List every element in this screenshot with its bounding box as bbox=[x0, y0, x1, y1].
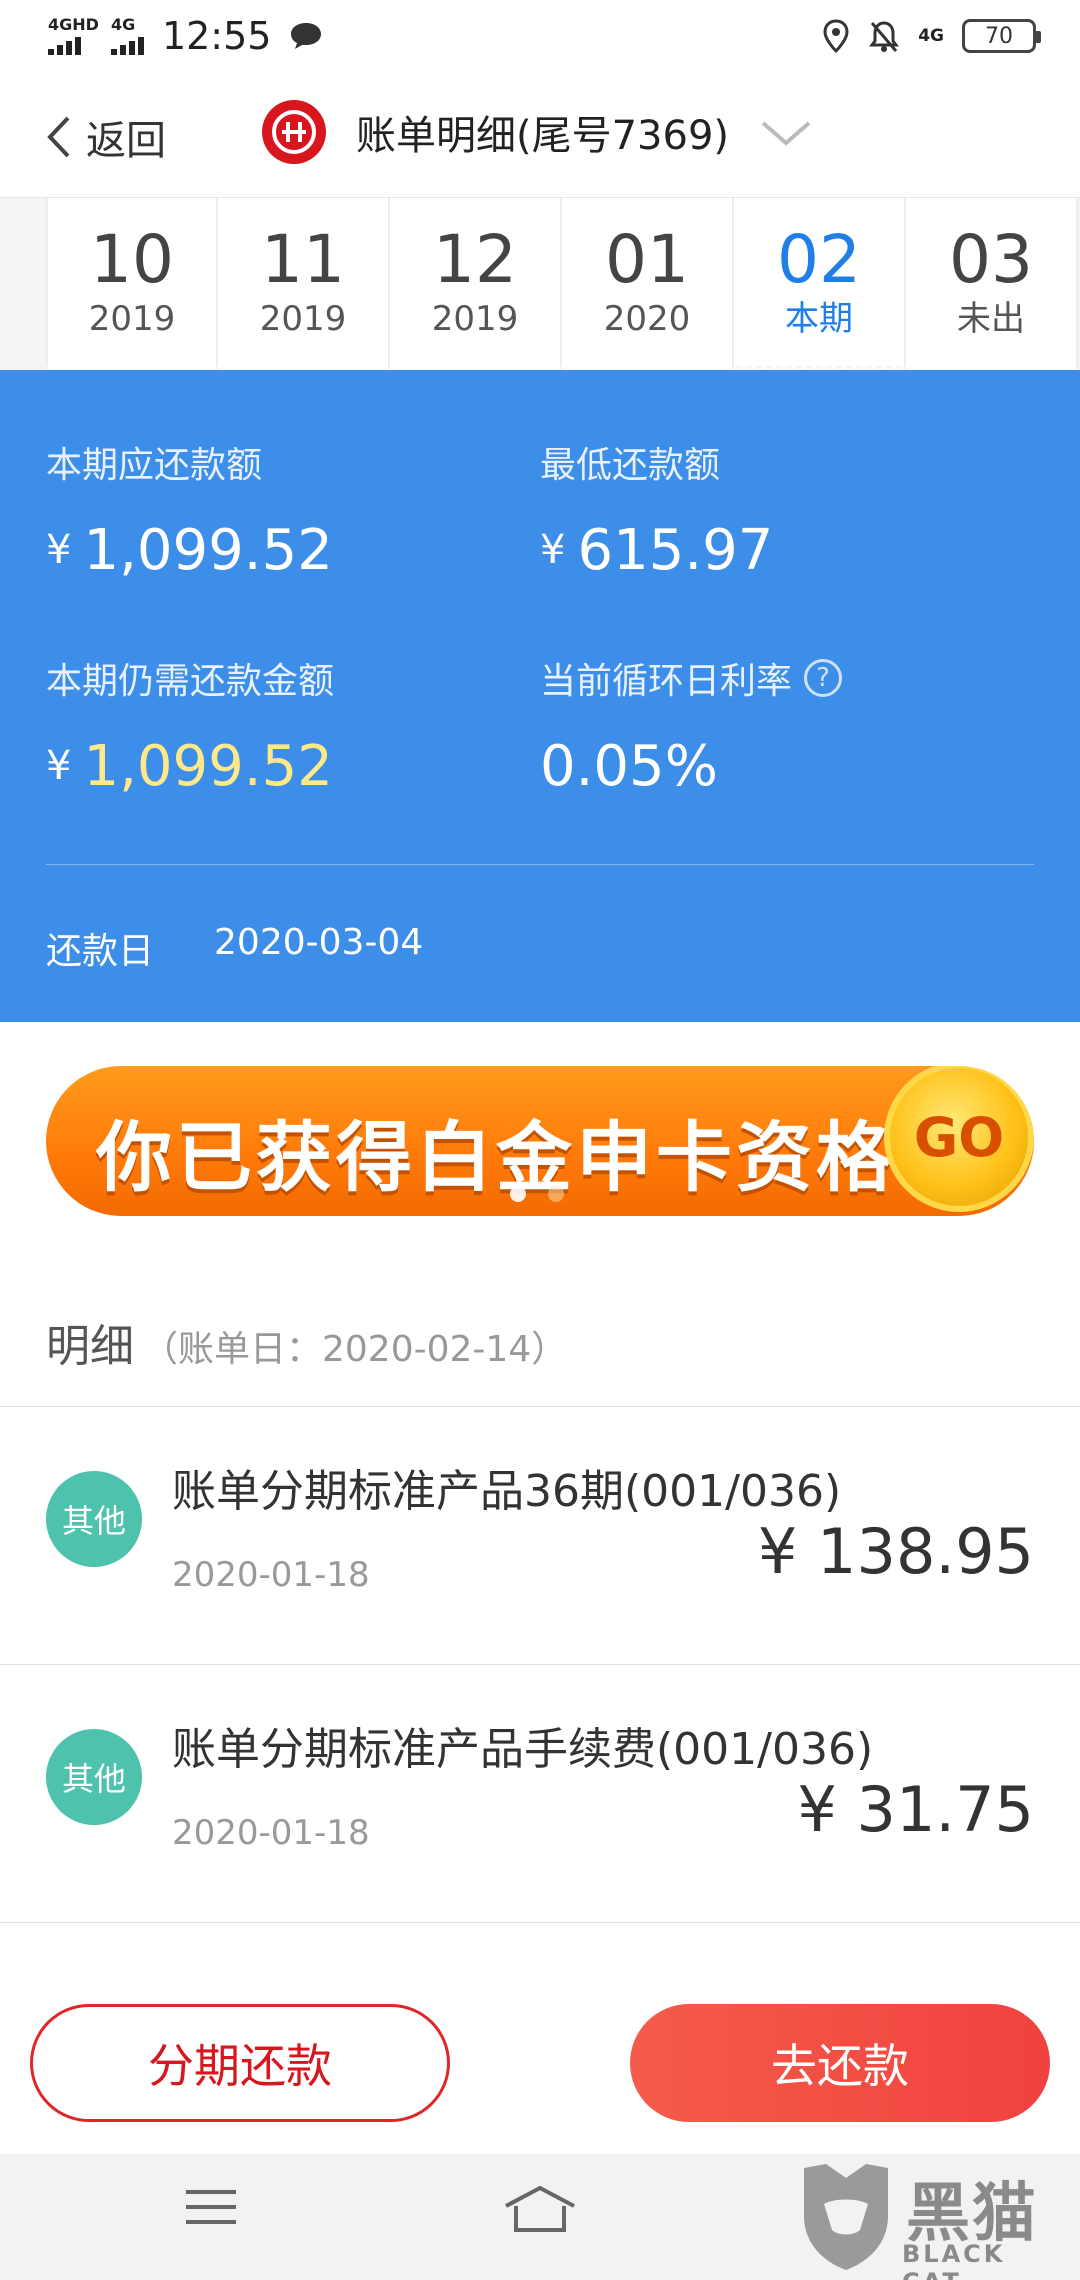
network-4g-label: 4G bbox=[918, 26, 944, 46]
item-date: 2020-01-18 bbox=[172, 1813, 370, 1853]
due-date-label: 还款日 bbox=[46, 931, 155, 972]
due-date-row: 还款日 2020-03-04 bbox=[46, 922, 423, 974]
chevron-left-icon bbox=[47, 116, 70, 158]
menu-button[interactable] bbox=[184, 2184, 238, 2234]
go-coin-icon: GO bbox=[884, 1066, 1034, 1212]
bank-logo-icon bbox=[262, 100, 326, 164]
tab-year: 本期 bbox=[785, 299, 853, 339]
list-item[interactable]: 其他 账单分期标准产品手续费(001/036) 2020-01-18 ¥ 31.… bbox=[0, 1665, 1080, 1921]
signal-2-indicator: 4G bbox=[110, 15, 144, 55]
currency-symbol: ¥ bbox=[46, 743, 72, 789]
min-due-amount: ¥615.97 bbox=[540, 518, 773, 583]
item-amount: ¥ 138.95 bbox=[757, 1515, 1034, 1588]
daily-rate-value: 0.05% bbox=[540, 734, 718, 799]
go-label: GO bbox=[913, 1105, 1005, 1169]
summary-divider bbox=[46, 864, 1034, 865]
carousel-dot bbox=[548, 1186, 564, 1202]
currency-symbol: ¥ bbox=[540, 527, 566, 573]
tab-year: 2020 bbox=[603, 299, 691, 339]
current-due-label: 本期应还款额 bbox=[46, 445, 263, 486]
carousel-dots bbox=[510, 1186, 564, 1202]
item-title: 账单分期标准产品36期(001/036) bbox=[172, 1466, 842, 1517]
signal-1-indicator: 4GHD bbox=[48, 17, 99, 55]
tab-2020-01[interactable]: 01 2020 bbox=[562, 198, 734, 372]
mute-bell-icon bbox=[869, 21, 900, 52]
card-selector[interactable]: 账单明细(尾号7369) bbox=[262, 100, 813, 164]
statement-date: （账单日：2020-02-14） bbox=[142, 1329, 568, 1370]
statement-summary: 本期应还款额 ¥1,099.52 最低还款额 ¥615.97 本期仍需还款金额 … bbox=[0, 370, 1080, 1022]
due-date-value: 2020-03-04 bbox=[214, 922, 424, 963]
tab-year: 2019 bbox=[88, 299, 176, 339]
tab-upcoming[interactable]: 03 未出 bbox=[906, 198, 1078, 372]
remaining-due-value: 1,099.52 bbox=[83, 734, 333, 799]
currency-symbol: ¥ bbox=[46, 527, 72, 573]
details-header: 明细 （账单日：2020-02-14） bbox=[46, 1310, 567, 1374]
back-label: 返回 bbox=[86, 118, 166, 164]
tab-year: 2019 bbox=[431, 299, 519, 339]
remaining-due-label: 本期仍需还款金额 bbox=[46, 661, 335, 702]
tab-year: 未出 bbox=[957, 299, 1025, 339]
daily-rate-label-row: 当前循环日利率? bbox=[540, 652, 843, 704]
back-button[interactable]: 返回 bbox=[44, 108, 166, 166]
tab-month: 12 bbox=[433, 221, 517, 298]
divider bbox=[0, 1922, 1080, 1923]
tab-current-period[interactable]: 02 本期 bbox=[734, 198, 906, 374]
message-icon bbox=[291, 23, 322, 49]
item-date: 2020-01-18 bbox=[172, 1555, 370, 1595]
daily-rate-label: 当前循环日利率 bbox=[540, 661, 793, 702]
app-header: 返回 账单明细(尾号7369) bbox=[0, 72, 1080, 198]
tab-month: 02 bbox=[777, 221, 861, 298]
status-bar: 4GHD 4G 12:55 4G 70 bbox=[0, 0, 1080, 72]
page-title: 账单明细(尾号7369) bbox=[356, 113, 730, 159]
category-badge: 其他 bbox=[46, 1471, 142, 1567]
signal-bars-icon bbox=[48, 35, 81, 55]
help-icon[interactable]: ? bbox=[804, 659, 843, 697]
list-item[interactable]: 其他 账单分期标准产品36期(001/036) 2020-01-18 ¥ 138… bbox=[0, 1407, 1080, 1663]
battery-level: 70 bbox=[985, 23, 1013, 49]
tab-month: 11 bbox=[261, 221, 345, 298]
banner-text: 你已获得白金申卡资格 bbox=[96, 1113, 896, 1202]
tab-month: 10 bbox=[90, 221, 174, 298]
current-due-value: 1,099.52 bbox=[83, 518, 333, 583]
details-title: 明细 bbox=[46, 1321, 134, 1372]
min-due-value: 615.97 bbox=[577, 518, 774, 583]
tab-2019-11[interactable]: 11 2019 bbox=[218, 198, 390, 372]
current-due-amount: ¥1,099.52 bbox=[46, 518, 333, 583]
black-cat-logo-icon bbox=[804, 2164, 888, 2270]
item-title: 账单分期标准产品手续费(001/036) bbox=[172, 1724, 874, 1775]
carousel-dot-active bbox=[510, 1186, 526, 1202]
clock: 12:55 bbox=[161, 14, 272, 58]
menu-icon bbox=[186, 2190, 236, 2224]
month-tabs: 10 2019 11 2019 12 2019 01 2020 02 本期 03… bbox=[0, 198, 1080, 374]
daily-rate-block: 当前循环日利率? 0.05% bbox=[540, 652, 843, 799]
signal-2-label: 4G bbox=[110, 15, 136, 34]
category-badge: 其他 bbox=[46, 1729, 142, 1825]
home-icon bbox=[505, 2185, 575, 2232]
item-amount: ¥ 31.75 bbox=[797, 1773, 1034, 1846]
tab-month: 01 bbox=[605, 221, 689, 298]
signal-1-label: 4GHD bbox=[48, 15, 99, 34]
min-due-block: 最低还款额 ¥615.97 bbox=[540, 436, 773, 583]
tab-year: 2019 bbox=[259, 299, 347, 339]
tab-month: 03 bbox=[949, 221, 1033, 298]
chevron-down-icon bbox=[761, 121, 811, 146]
repay-button[interactable]: 去还款 bbox=[630, 2004, 1050, 2122]
signal-bars-icon bbox=[110, 35, 144, 55]
tab-2019-12[interactable]: 12 2019 bbox=[390, 198, 562, 372]
remaining-due-amount: ¥1,099.52 bbox=[46, 734, 334, 799]
watermark-subtext: BLACK CAT bbox=[902, 2240, 1006, 2280]
remaining-due-block: 本期仍需还款金额 ¥1,099.52 bbox=[46, 652, 334, 799]
min-due-label: 最低还款额 bbox=[540, 445, 721, 486]
installment-repay-button[interactable]: 分期还款 bbox=[30, 2004, 450, 2122]
home-button[interactable] bbox=[502, 2184, 578, 2238]
tab-2019-10[interactable]: 10 2019 bbox=[46, 198, 218, 372]
location-icon bbox=[823, 19, 849, 53]
battery-icon: 70 bbox=[962, 19, 1041, 53]
watermark: 黑猫 BLACK CAT bbox=[796, 2158, 1066, 2280]
current-due-block: 本期应还款额 ¥1,099.52 bbox=[46, 436, 333, 583]
